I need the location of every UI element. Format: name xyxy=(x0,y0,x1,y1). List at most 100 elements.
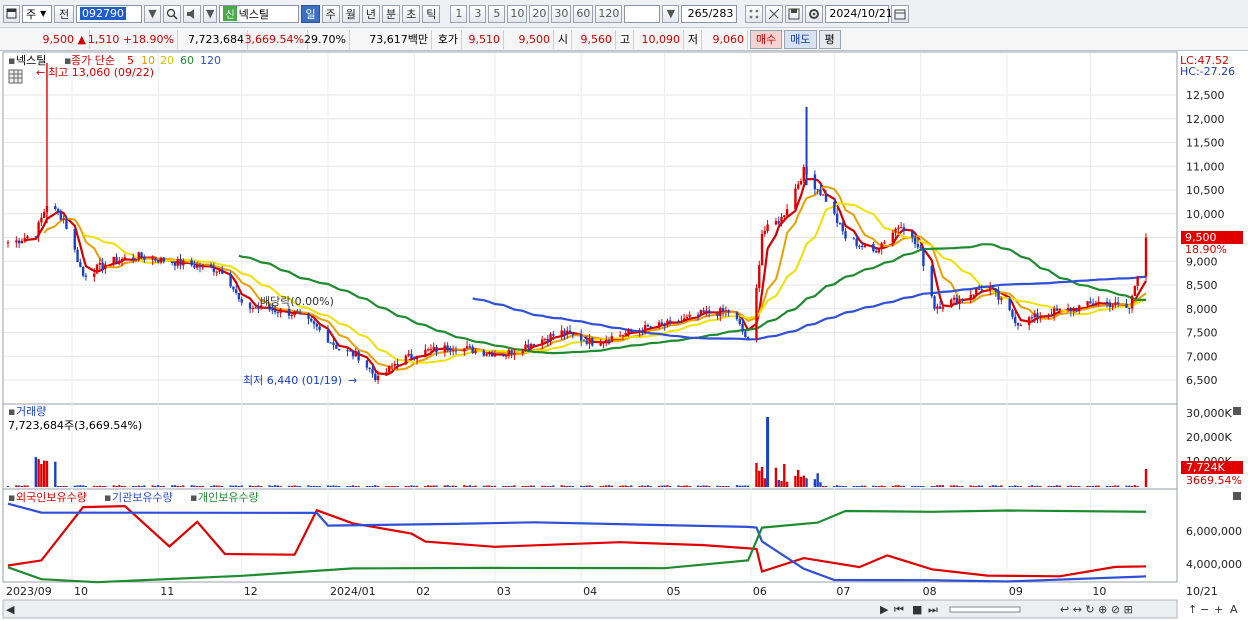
volume-bar xyxy=(137,485,140,487)
candle-body xyxy=(588,337,591,344)
volume-bar xyxy=(721,486,725,487)
interval-20[interactable]: 20 xyxy=(529,4,550,23)
volume-bar xyxy=(307,485,310,487)
holdings-panel-close-icon[interactable] xyxy=(1233,492,1241,500)
interval-60[interactable]: 60 xyxy=(573,4,594,23)
interval-custom-input[interactable] xyxy=(624,4,661,23)
eval-button[interactable]: 평 xyxy=(818,29,841,49)
tab-day[interactable]: 일 xyxy=(301,4,320,23)
font-size-icon[interactable]: A xyxy=(1230,603,1238,616)
candle-body xyxy=(229,273,232,287)
volume-bar xyxy=(396,486,399,487)
volume-bar xyxy=(98,485,102,487)
tab-month[interactable]: 월 xyxy=(341,4,360,23)
period-select[interactable]: 주 ▼ xyxy=(22,4,52,23)
volume-bar xyxy=(521,486,524,487)
bar-count-field[interactable]: 265/283 xyxy=(681,4,738,23)
window-menu-icon[interactable] xyxy=(3,4,20,23)
x-label-9: 06 xyxy=(753,585,767,598)
volume-bar xyxy=(805,478,808,487)
volume-bar xyxy=(813,479,817,487)
speaker-dropdown-icon[interactable]: ▼ xyxy=(203,4,218,23)
volume-bar xyxy=(997,486,1000,487)
tab-tick[interactable]: 틱 xyxy=(422,4,441,23)
candle-body xyxy=(816,189,819,191)
tab-week[interactable]: 주 xyxy=(321,4,340,23)
candle-body xyxy=(649,326,652,328)
stock-code-input[interactable]: 092790 xyxy=(76,4,142,23)
calendar-icon[interactable] xyxy=(891,4,910,23)
forward-icon[interactable]: ⏭ xyxy=(928,603,938,616)
volume-bar xyxy=(1130,486,1134,487)
candle-body xyxy=(741,323,744,332)
sell-button[interactable]: 매도 xyxy=(784,29,817,49)
rewind-icon[interactable]: ⏮ xyxy=(894,603,904,616)
low-annotation-arrow: → xyxy=(348,374,357,387)
candle-body xyxy=(610,336,613,342)
x-label-0: 2023/09 xyxy=(6,585,52,598)
volume-bar xyxy=(894,485,897,487)
candle-body xyxy=(630,329,633,332)
candle-body xyxy=(209,264,213,268)
volume-bar xyxy=(429,485,433,487)
minus-icon[interactable]: − xyxy=(1200,603,1209,616)
date-input[interactable]: 2024/10/21 xyxy=(825,4,893,23)
volume-bar xyxy=(1097,485,1100,487)
candle-body xyxy=(157,260,160,263)
buy-button[interactable]: 매수 xyxy=(750,29,783,49)
candle-body xyxy=(566,330,569,335)
volume-bar xyxy=(157,485,160,487)
toolbar-icons-tail[interactable]: ↩ ↔ ↻ ⊕ ⊘ ⊞ xyxy=(1060,603,1133,616)
interval-120[interactable]: 120 xyxy=(595,4,623,23)
scroll-left-icon[interactable]: ◀ xyxy=(6,603,15,616)
candle-body xyxy=(179,259,182,266)
candle-body xyxy=(234,289,238,293)
speaker-icon[interactable] xyxy=(183,4,201,23)
gear-icon[interactable] xyxy=(805,4,824,23)
zoom-slider[interactable] xyxy=(949,606,1021,613)
holdings-legend-foreign: 외국인보유수량 xyxy=(16,491,87,504)
candle-body xyxy=(660,322,664,324)
volume-panel-close-icon[interactable] xyxy=(1233,407,1241,415)
holdings-legend-inst: 기관보유수량 xyxy=(112,491,173,504)
interval-30[interactable]: 30 xyxy=(551,4,572,23)
draw-tool-icon[interactable] xyxy=(765,4,784,23)
plus-icon[interactable]: + xyxy=(1214,603,1223,616)
volume-bar xyxy=(568,485,572,487)
scroll-right-icon[interactable]: ▶ xyxy=(880,603,889,616)
stop-icon[interactable]: ■ xyxy=(912,603,922,616)
candle-body xyxy=(451,350,455,352)
code-dropdown-icon[interactable]: ▼ xyxy=(144,4,161,23)
volume-bar xyxy=(624,485,627,487)
save-icon[interactable] xyxy=(785,4,804,23)
search-icon[interactable] xyxy=(163,4,181,23)
candle-body xyxy=(669,320,672,322)
interval-3[interactable]: 3 xyxy=(469,4,487,23)
volume-bar xyxy=(1136,486,1139,487)
stock-name-field[interactable]: 신 넥스틸 xyxy=(219,4,300,23)
price-tick-11500: 11,500 xyxy=(1186,137,1225,150)
candle-body xyxy=(911,231,914,238)
tab-year[interactable]: 년 xyxy=(361,4,380,23)
volume-bar xyxy=(15,485,18,487)
candle-body xyxy=(585,340,588,344)
volume-bar xyxy=(738,485,741,487)
volume-bar xyxy=(716,485,719,487)
interval-1[interactable]: 1 xyxy=(450,4,468,23)
volume-bar xyxy=(259,486,263,487)
tab-second[interactable]: 초 xyxy=(402,4,421,23)
candle-body xyxy=(560,330,563,336)
volume-bar xyxy=(607,485,611,487)
interval-10[interactable]: 10 xyxy=(507,4,528,23)
grid-icon[interactable] xyxy=(745,4,764,23)
candle-body xyxy=(112,256,115,265)
table-icon[interactable] xyxy=(8,69,23,84)
interval-5[interactable]: 5 xyxy=(488,4,506,23)
volume-bar xyxy=(1078,486,1081,487)
candle-body xyxy=(1086,301,1089,306)
tab-minute[interactable]: 분 xyxy=(381,4,401,23)
interval-dropdown-icon[interactable]: ▼ xyxy=(662,4,680,23)
candle-body xyxy=(1027,317,1031,326)
zoom-out-icon[interactable]: ↑ xyxy=(1188,603,1197,616)
prev-button[interactable]: 전 xyxy=(54,4,74,23)
